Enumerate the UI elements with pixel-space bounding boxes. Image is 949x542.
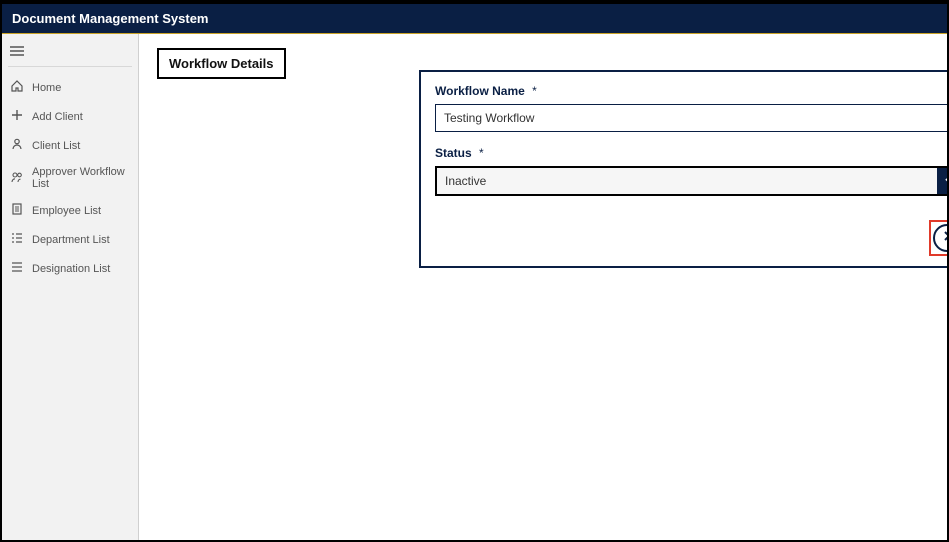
- label-text: Status: [435, 146, 472, 160]
- required-marker: *: [532, 84, 537, 98]
- chevron-down-icon[interactable]: [937, 168, 947, 194]
- hamburger-icon[interactable]: [2, 40, 138, 62]
- sidebar-item-label: Employee List: [32, 205, 101, 217]
- status-select[interactable]: Inactive: [435, 166, 947, 196]
- person-icon: [10, 137, 24, 154]
- next-button[interactable]: [933, 224, 947, 252]
- page-title: Workflow Details: [157, 48, 286, 79]
- workflow-name-label: Workflow Name *: [435, 84, 947, 98]
- required-marker: *: [479, 146, 484, 160]
- sidebar-item-label: Approver Workflow List: [32, 166, 130, 190]
- topbar: Document Management System: [2, 2, 947, 34]
- sidebar: Home Add Client Client List Approver Wor…: [2, 34, 139, 540]
- sidebar-item-label: Designation List: [32, 263, 110, 275]
- sidebar-item-employee-list[interactable]: Employee List: [2, 196, 138, 225]
- home-icon: [10, 79, 24, 96]
- main-content: Workflow Details Workflow Name * Status …: [139, 34, 947, 540]
- sidebar-item-department-list[interactable]: Department List: [2, 225, 138, 254]
- workflow-name-input[interactable]: [435, 104, 947, 132]
- status-value: Inactive: [437, 168, 937, 194]
- sidebar-item-home[interactable]: Home: [2, 73, 138, 102]
- list-icon: [10, 260, 24, 277]
- plus-icon: [10, 108, 24, 125]
- sidebar-item-label: Home: [32, 82, 61, 94]
- sidebar-item-label: Add Client: [32, 111, 83, 123]
- sidebar-item-label: Department List: [32, 234, 110, 246]
- sidebar-item-client-list[interactable]: Client List: [2, 131, 138, 160]
- sidebar-separator: [8, 66, 132, 67]
- sidebar-item-designation-list[interactable]: Designation List: [2, 254, 138, 283]
- sidebar-item-label: Client List: [32, 140, 80, 152]
- label-text: Workflow Name: [435, 84, 525, 98]
- status-label: Status *: [435, 146, 947, 160]
- workflow-form-panel: Workflow Name * Status * Inactive: [419, 70, 947, 268]
- list-indent-icon: [10, 231, 24, 248]
- employee-icon: [10, 202, 24, 219]
- people-icon: [10, 170, 24, 187]
- next-button-highlight: [929, 220, 947, 256]
- chevron-right-icon: [940, 229, 947, 248]
- sidebar-item-add-client[interactable]: Add Client: [2, 102, 138, 131]
- sidebar-item-approver-workflow[interactable]: Approver Workflow List: [2, 160, 138, 196]
- app-title: Document Management System: [12, 11, 209, 26]
